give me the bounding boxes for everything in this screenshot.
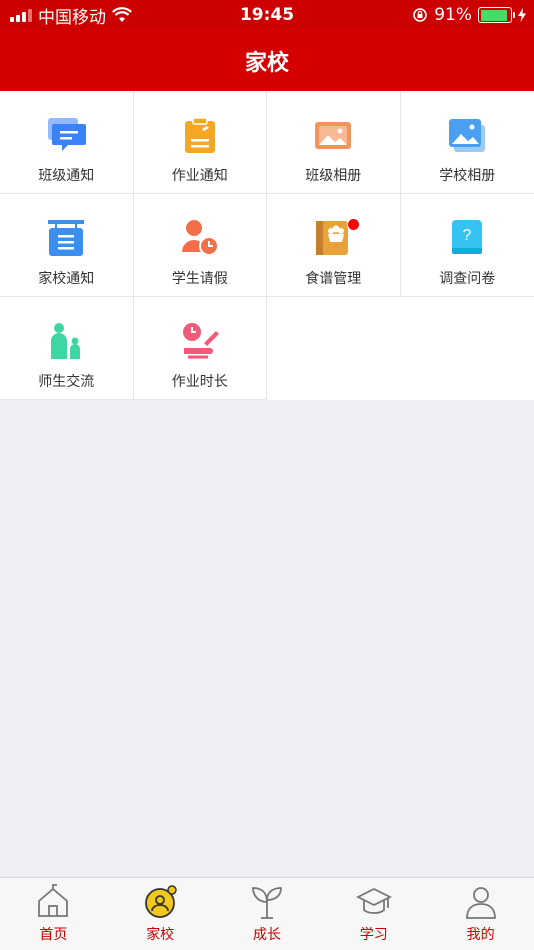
status-bar: 中国移动 19:45 91% bbox=[0, 0, 534, 30]
grid-item-class-album[interactable]: 班级相册 bbox=[267, 91, 401, 194]
home-icon bbox=[35, 884, 71, 920]
grid-item-label: 作业时长 bbox=[171, 374, 228, 390]
grid-item-label: 学校相册 bbox=[439, 168, 496, 184]
homework-notice-icon bbox=[180, 115, 220, 155]
grid-item-label: 班级相册 bbox=[305, 168, 362, 184]
charging-icon bbox=[518, 8, 526, 22]
tab-home-school[interactable]: 家校 bbox=[107, 878, 214, 950]
home-school-notice-icon bbox=[46, 218, 86, 258]
sprout-icon bbox=[249, 884, 285, 920]
grid-item-school-album[interactable]: 学校相册 bbox=[400, 91, 534, 194]
class-notice-icon bbox=[46, 115, 87, 155]
home-school-icon bbox=[142, 884, 178, 920]
student-leave-icon bbox=[180, 218, 220, 258]
status-left: 中国移动 bbox=[0, 3, 132, 28]
teacher-student-icon bbox=[46, 321, 86, 361]
recipe-icon bbox=[313, 218, 361, 258]
grid-item-recipe[interactable]: 食谱管理 bbox=[267, 194, 401, 297]
status-right: 91% bbox=[412, 5, 526, 25]
notification-badge bbox=[347, 218, 361, 231]
tab-bar: 首页 家校 成长 学习 我的 bbox=[0, 877, 534, 950]
orientation-lock-icon bbox=[413, 8, 428, 22]
tab-label: 成长 bbox=[252, 927, 281, 943]
grid-item-teacher-student[interactable]: 师生交流 bbox=[0, 297, 134, 400]
graduation-cap-icon bbox=[355, 884, 392, 920]
grid-item-label: 家校通知 bbox=[38, 271, 95, 287]
grid-item-label: 班级通知 bbox=[38, 168, 95, 184]
grid-item-label: 食谱管理 bbox=[305, 271, 362, 287]
tab-graduation-cap[interactable]: 学习 bbox=[320, 878, 427, 950]
tab-label: 我的 bbox=[466, 927, 495, 943]
grid-item-survey[interactable]: ? 调查问卷 bbox=[400, 194, 534, 297]
signal-icon bbox=[10, 8, 32, 22]
grid-item-home-school-notice[interactable]: 家校通知 bbox=[0, 194, 134, 297]
grid-item-label: 作业通知 bbox=[171, 168, 228, 184]
feature-grid: 班级通知 作业通知 班级相册 学校相册 家校通知 学生请假 食谱管理 ? 调查问卷… bbox=[0, 91, 534, 400]
grid-item-label: 学生请假 bbox=[171, 271, 228, 287]
battery-icon bbox=[478, 7, 515, 23]
survey-icon: ? bbox=[447, 218, 487, 258]
grid-item-class-notice[interactable]: 班级通知 bbox=[0, 91, 134, 194]
page-title: 家校 bbox=[244, 50, 289, 76]
svg-text:?: ? bbox=[463, 227, 472, 244]
grid-empty-space bbox=[267, 297, 534, 400]
tab-label: 首页 bbox=[39, 927, 68, 943]
tab-home[interactable]: 首页 bbox=[0, 878, 107, 950]
tab-label: 家校 bbox=[146, 927, 175, 943]
tab-sprout[interactable]: 成长 bbox=[214, 878, 321, 950]
wifi-icon bbox=[112, 7, 132, 22]
nav-bar: 家校 bbox=[0, 30, 534, 91]
tab-user[interactable]: 我的 bbox=[427, 878, 534, 950]
grid-item-student-leave[interactable]: 学生请假 bbox=[133, 194, 267, 297]
homework-time-icon bbox=[180, 321, 220, 361]
grid-item-label: 师生交流 bbox=[38, 374, 95, 390]
class-album-icon bbox=[313, 115, 353, 155]
school-album-icon bbox=[447, 115, 487, 155]
battery-percent: 91% bbox=[434, 5, 472, 25]
grid-item-homework-time[interactable]: 作业时长 bbox=[133, 297, 267, 400]
grid-item-label: 调查问卷 bbox=[439, 271, 496, 287]
carrier-label: 中国移动 bbox=[38, 7, 106, 28]
user-icon bbox=[463, 884, 499, 920]
tab-label: 学习 bbox=[359, 927, 388, 943]
grid-item-homework-notice[interactable]: 作业通知 bbox=[133, 91, 267, 194]
battery-fill bbox=[480, 9, 507, 21]
